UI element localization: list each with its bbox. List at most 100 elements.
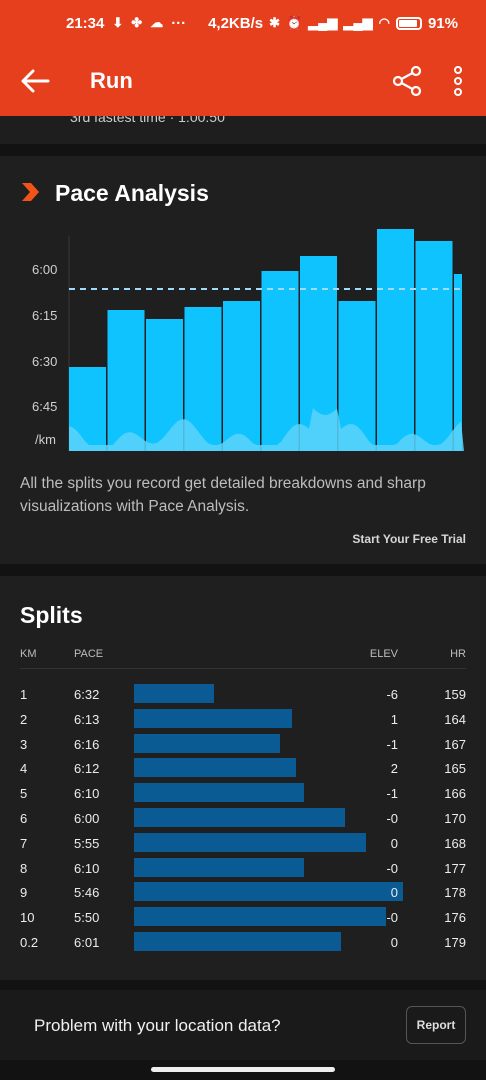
split-km: 2 [20, 711, 28, 727]
split-elev: -1 [386, 736, 398, 752]
split-hr: 167 [444, 736, 466, 752]
split-km: 0.2 [20, 935, 39, 950]
free-trial-link[interactable]: Start Your Free Trial [352, 532, 466, 546]
split-pace-bar [134, 758, 296, 778]
battery-icon [395, 16, 422, 30]
split-row: 1 6:32 -6 159 [0, 682, 486, 707]
split-km: 6 [20, 811, 28, 826]
split-km: 8 [20, 860, 28, 876]
split-row: 9 5:46 0 178 [0, 880, 486, 905]
elev-column-header: ELEV [369, 648, 398, 660]
split-pace-bar [134, 882, 403, 902]
pace-bar [261, 271, 299, 451]
status-time: 21:34 [66, 14, 105, 32]
split-elev: -0 [386, 910, 398, 926]
split-hr: 176 [444, 910, 466, 926]
split-elev: -0 [386, 811, 398, 826]
splits-card: Splits KM PACE ELEV HR 1 6:32 -6 159 2 6:13 1 1… [0, 576, 486, 980]
split-row: 7 5:55 0 168 [0, 831, 486, 856]
split-pace-bar [134, 857, 305, 877]
pace-bar [377, 229, 414, 451]
subscription-chevron-icon [22, 183, 39, 201]
split-row: 3 6:16 -1 167 [0, 732, 486, 757]
pace-bar [415, 241, 453, 451]
split-elev: -6 [386, 687, 398, 702]
split-km: 9 [20, 885, 28, 901]
pace-analysis-title: Pace Analysis [55, 180, 209, 206]
split-row: 10 5:50 -0 176 [0, 905, 486, 930]
y-tick-label: 6:15 [32, 308, 57, 323]
y-unit-label: /km [35, 432, 56, 447]
splits-title: Splits [20, 602, 83, 628]
y-tick-label: 6:45 [32, 399, 57, 414]
split-elev: 0 [390, 885, 398, 901]
split-hr: 165 [444, 761, 466, 777]
pace-column-header: PACE [74, 648, 104, 660]
split-elev: 1 [390, 711, 398, 727]
notification-icon: ✤ [131, 15, 143, 30]
pace-analysis-chart: 6:00 6:15 6:30 6:45 /km [32, 229, 464, 451]
split-km: 5 [20, 786, 28, 802]
split-pace: 6:01 [74, 935, 100, 950]
split-row: 0.2 6:01 0 179 [0, 930, 486, 955]
location-problem-text: Problem with your location data? [34, 1016, 281, 1035]
split-pace-bar [134, 932, 342, 951]
splits-divider [20, 668, 466, 669]
location-problem-section: Problem with your location data? Report [0, 990, 486, 1060]
pace-analysis-card: Pace Analysis 6:00 6:15 6:30 6:45 /km Al… [0, 156, 486, 564]
split-hr: 170 [444, 811, 466, 826]
split-pace: 6:16 [74, 736, 100, 752]
split-km: 4 [20, 761, 28, 777]
split-km: 10 [20, 910, 35, 926]
split-pace: 6:10 [74, 786, 100, 802]
split-pace-bar [134, 684, 214, 703]
fastest-time-text: 3rd fastest time · 1:00:50 [70, 116, 225, 125]
split-row: 5 6:10 -1 166 [0, 781, 486, 806]
battery-level: 91% [427, 14, 458, 32]
cloud-icon: ☁ [150, 15, 164, 30]
split-row: 2 6:13 1 164 [0, 707, 486, 732]
split-pace-bar [134, 832, 366, 852]
back-arrow-icon[interactable] [18, 66, 52, 96]
split-hr: 164 [444, 711, 466, 727]
alarm-icon: ⏰ [286, 15, 303, 30]
pace-bar [223, 301, 260, 451]
split-row: 6 6:00 -0 170 [0, 806, 486, 831]
split-pace: 6:13 [74, 711, 100, 727]
split-pace: 5:50 [74, 910, 100, 926]
split-pace: 6:12 [74, 761, 100, 777]
split-hr: 168 [444, 835, 466, 851]
split-hr: 166 [444, 786, 466, 802]
wifi-icon: ◠ [378, 15, 390, 30]
download-icon: ⬇ [112, 15, 124, 30]
split-hr: 178 [444, 885, 466, 901]
page-title: Run [90, 68, 133, 93]
split-elev: -0 [386, 860, 398, 876]
split-pace: 6:32 [74, 687, 100, 702]
split-hr: 159 [444, 687, 466, 702]
split-row: 4 6:12 2 165 [0, 756, 486, 781]
split-km: 3 [20, 736, 28, 752]
split-pace: 6:00 [74, 811, 100, 826]
split-pace-bar [134, 708, 292, 728]
hr-column-header: HR [450, 648, 466, 660]
split-pace-bar [134, 808, 346, 827]
split-pace-bar [134, 907, 387, 927]
split-pace: 5:46 [74, 885, 100, 901]
pace-bar [107, 310, 145, 451]
status-bar: 21:34 ⬇ ✤ ☁ ··· 4,2KB/s ✱ ⏰ ▂▄▆ ▂▄▆ ◠ 91… [0, 0, 486, 46]
split-elev: 0 [390, 835, 398, 851]
home-indicator [151, 1067, 335, 1072]
split-elev: -1 [386, 786, 398, 802]
split-elev: 0 [390, 935, 398, 950]
report-button[interactable]: Report [406, 1006, 466, 1044]
more-status-icon: ··· [171, 14, 187, 32]
more-options-icon[interactable] [446, 64, 470, 98]
split-pace: 5:55 [74, 835, 100, 851]
pace-analysis-description: All the splits you record get detailed b… [20, 475, 426, 515]
split-elev: 2 [390, 761, 398, 777]
signal-icon: ▂▄▆ [308, 15, 338, 30]
bluetooth-icon: ✱ [269, 15, 280, 30]
share-icon[interactable] [390, 64, 424, 98]
app-bar: Run [0, 46, 486, 116]
